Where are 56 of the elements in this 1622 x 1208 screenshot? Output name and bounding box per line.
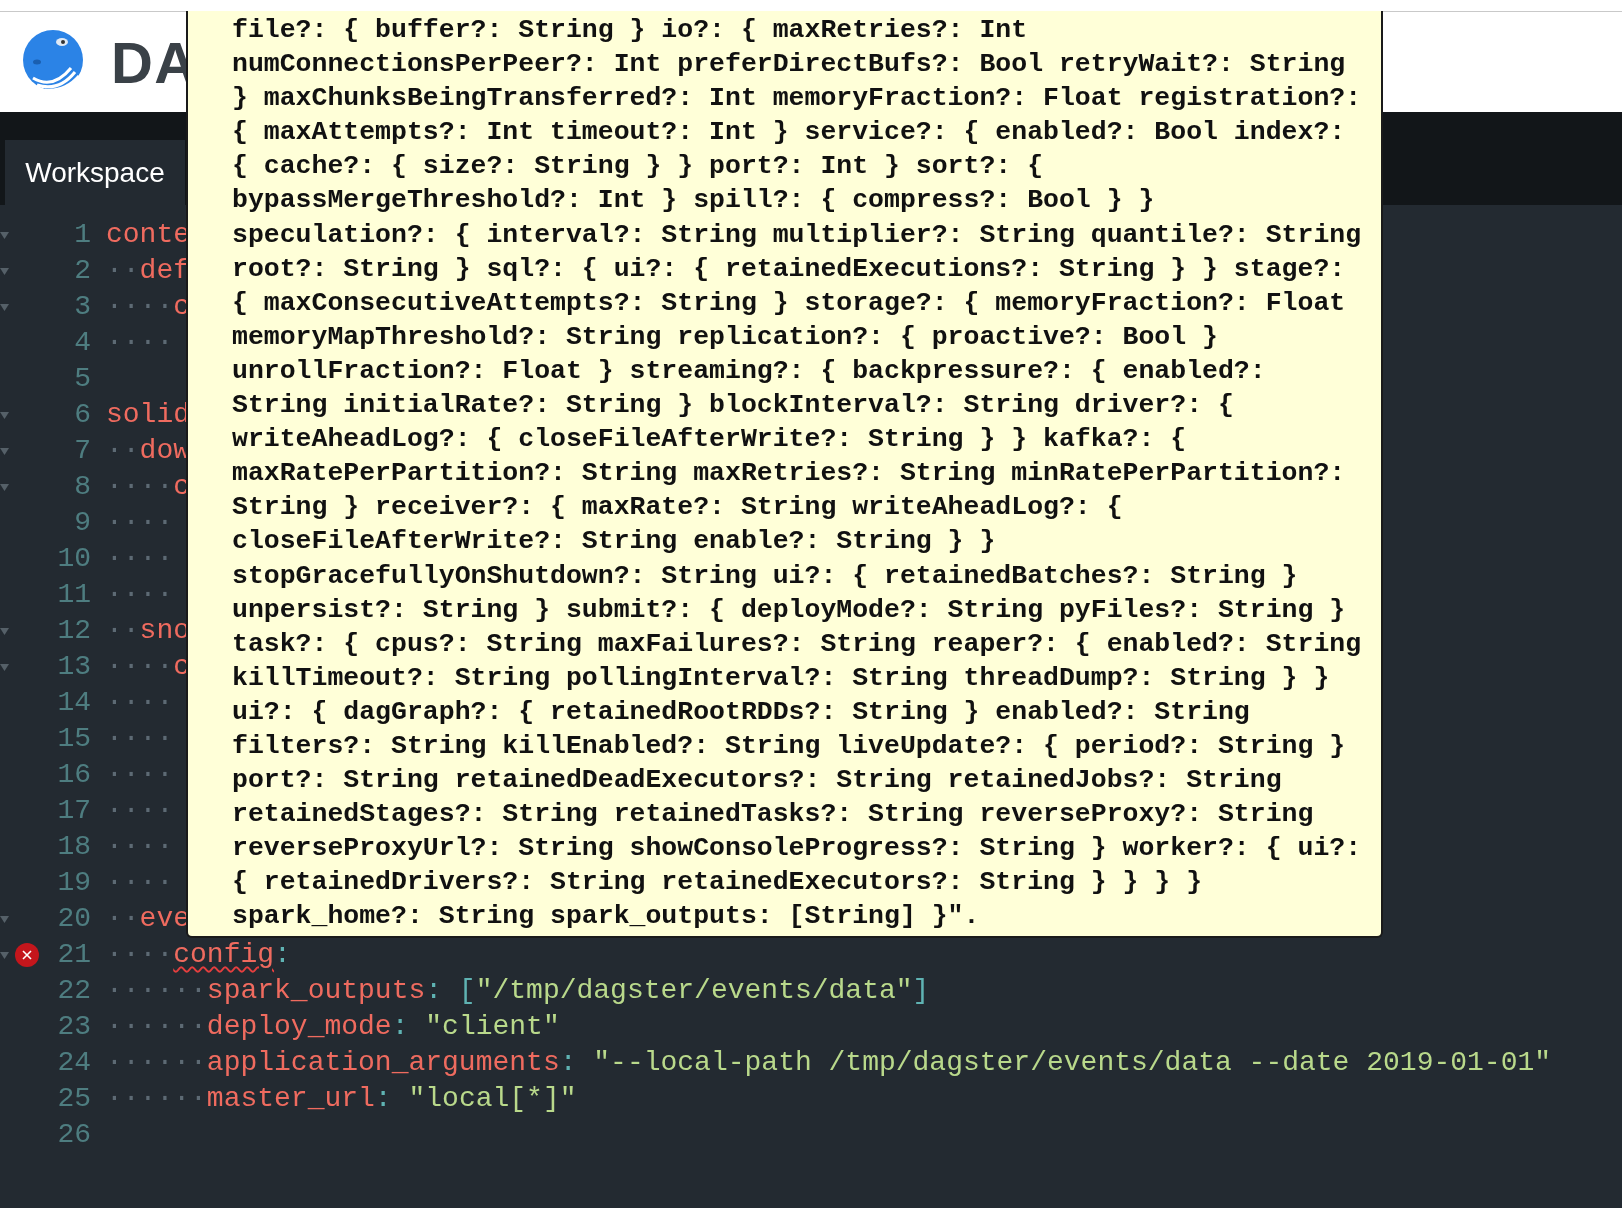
line-number: 5 [73,362,91,396]
line-number: 14 [56,686,91,720]
line-number: 13 [56,650,91,684]
code-line: ······spark_outputs: ["/tmp/dagster/events/data"] [106,974,930,1008]
line-number: 23 [56,1010,91,1044]
line-number: 17 [56,794,91,828]
line-number: 11 [56,578,91,612]
line-number: 24 [56,1046,91,1080]
line-number: 6 [73,398,91,432]
line-number: 16 [56,758,91,792]
fold-arrow-icon[interactable] [0,267,9,275]
line-number: 25 [56,1082,91,1116]
code-line: ······master_url: "local[*]" [106,1082,577,1116]
line-number: 22 [56,974,91,1008]
code-line: ···· [106,794,174,828]
line-number: 2 [73,254,91,288]
fold-arrow-icon[interactable] [0,627,9,635]
fold-arrow-icon[interactable] [0,411,9,419]
code-line: ······deploy_mode: "client" [106,1010,560,1044]
fold-arrow-icon[interactable] [0,231,9,239]
code-line: ··eve [106,902,191,936]
code-line: ···· [106,506,174,540]
code-line: ···· [106,326,174,360]
code-line: ······application_arguments: "--local-path /tmp/dagster/events/data --date 2019-01-01" [106,1046,1552,1080]
code-line: ···· [106,578,174,612]
tooltip-text: file?: { buffer?: String } io?: { maxRetries?: Int numConnectionsPerPeer?: Int preferDirectBufs?: Bool retryWait?: String } maxChunksBeingTransferred?: Int memoryFraction?: Float registration?: { maxAttempts?: Int timeout?: Int } service?: { enabled?: Bool index?: { cache?: { size?: String } } port?: Int } sort?: { bypassMergeThreshold?: Int } spill?: { compress?: Bool } } speculation?: { interval?: String multiplier?: String quantile?: String root?: String } sql?: { ui?: { retainedExecutions?: String } } stage?: { maxConsecutiveAttempts?: String } storage?: { memoryFraction?: Float memoryMapThreshold?: String replication?: { proactive?: Bool } unrollFraction?: Float } streaming?: { backpressure?: { enabled?: String initialRate?: String } blockInterval?: String driver?: { writeAheadLog?: { closeFileAfterWrite?: String } } kafka?: { maxRatePerPartition?: String maxRetries?: String minRatePerPartition?: String } receiver?: { maxRate?: String writeAheadLog?: { closeFileAfterWrite?: String enable?: String } } stopGracefullyOnShutdown?: String ui?: { retainedBatches?: String } unpersist?: String } submit?: { deployMode?: String pyFiles?: String } task?: { cpus?: String maxFailures?: String reaper?: { enabled?: String killTimeout?: String pollingInterval?: String threadDump?: String } } ui?: { dagGraph?: { retainedRootRDDs?: String } enabled?: String filters?: String killEnabled?: String liveUpdate?: { period?: String } port?: String retainedDeadExecutors?: String retainedJobs?: String retainedStages?: String retainedTasks?: String reverseProxy?: String reverseProxyUrl?: String showConsoleProgress?: String } worker?: { ui?: { retainedDrivers?: String retainedExecutors?: String } } } } spark_home?: String spark_outputs: [String] }". [232,14,1363,934]
code-line: ····config: [106,938,291,972]
line-number: 8 [73,470,91,504]
code-line: ··def [106,254,191,288]
fold-arrow-icon[interactable] [0,663,9,671]
code-line: ···· [106,542,174,576]
nav-tab[interactable]: Workspace [5,140,185,205]
line-number: 7 [73,434,91,468]
code-line: conte [106,218,190,252]
line-number: 20 [56,902,91,936]
line-number: 9 [73,506,91,540]
line-number: 4 [73,326,91,360]
fold-arrow-icon[interactable] [0,915,9,923]
fold-arrow-icon[interactable] [0,303,9,311]
fold-arrow-icon[interactable] [0,951,9,959]
code-line: ···· [106,830,174,864]
line-number: 18 [56,830,91,864]
line-number: 1 [73,218,91,252]
line-number: 15 [56,722,91,756]
line-number: 10 [56,542,91,576]
code-line: ···· [106,758,174,792]
code-line: ···· [106,686,174,720]
fold-arrow-icon[interactable] [0,447,9,455]
line-number: 21 [56,938,91,972]
code-line: ···· [106,866,174,900]
line-number: 3 [73,290,91,324]
line-number: 26 [56,1118,91,1152]
fold-arrow-icon[interactable] [0,483,9,491]
line-number: 19 [56,866,91,900]
line-number: 12 [56,614,91,648]
code-line: ···· [106,722,174,756]
